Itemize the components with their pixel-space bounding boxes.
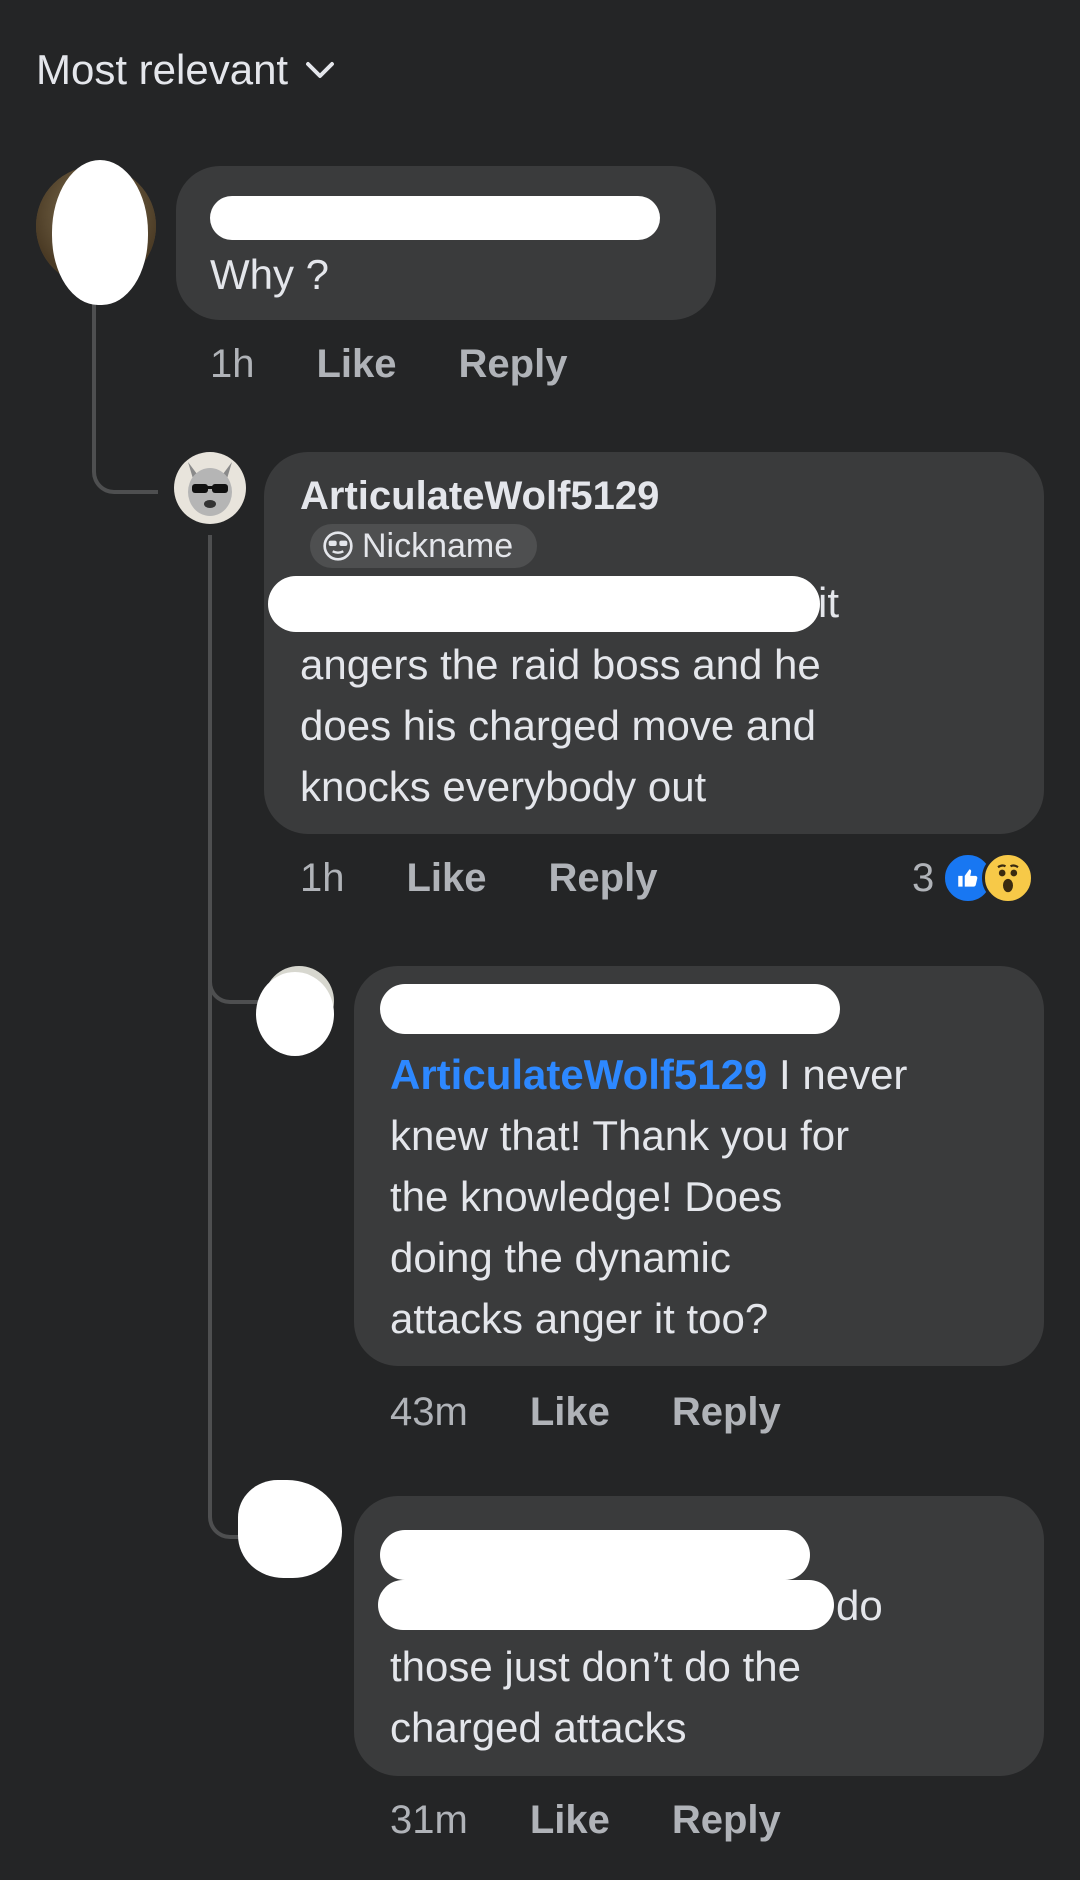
chevron-down-icon <box>306 62 335 78</box>
nickname-badge: Nickname <box>310 524 538 568</box>
comment-time: 1h <box>210 342 255 386</box>
comment-body: angers the raid boss and he does his cha… <box>300 641 821 810</box>
comment-body: knew that! Thank you for the knowledge! … <box>390 1112 850 1342</box>
sunglasses-icon <box>323 531 353 561</box>
sort-dropdown[interactable]: Most relevant <box>36 46 338 94</box>
redacted-author-name <box>380 984 840 1034</box>
comment-body-start: I never <box>767 1051 908 1098</box>
reply-button[interactable]: Reply <box>549 856 658 901</box>
comment-time: 1h <box>300 856 345 900</box>
thread-connector-4 <box>208 990 252 1539</box>
comment-body-tail: do <box>836 1582 883 1629</box>
mention-link[interactable]: ArticulateWolf5129 <box>390 1051 767 1098</box>
reaction-count: 3 <box>912 855 935 900</box>
comment-body-tail: it <box>818 579 839 626</box>
reply-button[interactable]: Reply <box>672 1798 781 1843</box>
wolf-avatar-icon <box>188 462 232 516</box>
sort-label: Most relevant <box>36 46 289 93</box>
comment-actions: 43m Like Reply <box>390 1390 781 1435</box>
reactions-summary[interactable]: 3 <box>912 852 1035 904</box>
thread-line-1 <box>92 290 158 494</box>
comment-author[interactable]: ArticulateWolf5129 <box>300 474 659 519</box>
thread-line-2 <box>208 535 212 995</box>
avatar[interactable] <box>174 452 246 524</box>
reply-button[interactable]: Reply <box>459 342 568 387</box>
redacted-author-name <box>210 196 660 240</box>
redacted-avatar <box>256 972 334 1056</box>
comment-body-first-line: ArticulateWolf5129 I never <box>390 1044 907 1105</box>
redacted-avatar <box>52 160 148 305</box>
comment-time: 31m <box>390 1798 468 1842</box>
reply-button[interactable]: Reply <box>672 1390 781 1435</box>
comment-actions: 1h Like Reply <box>300 856 657 901</box>
redacted-author-name <box>380 1530 810 1580</box>
redacted-mention <box>378 1580 834 1630</box>
comment-time: 43m <box>390 1390 468 1434</box>
like-button[interactable]: Like <box>530 1798 610 1843</box>
redacted-mention <box>268 576 820 632</box>
comment-actions: 1h Like Reply <box>210 342 567 387</box>
comment-actions: 31m Like Reply <box>390 1798 781 1843</box>
redacted-avatar <box>238 1480 342 1578</box>
comment-body: those just don’t do the charged attacks <box>390 1643 801 1751</box>
like-button[interactable]: Like <box>317 342 397 387</box>
badge-label: Nickname <box>362 526 514 565</box>
like-button[interactable]: Like <box>530 1390 610 1435</box>
comment-body: Why ? <box>210 251 330 298</box>
like-button[interactable]: Like <box>407 856 487 901</box>
wow-icon <box>982 852 1035 904</box>
